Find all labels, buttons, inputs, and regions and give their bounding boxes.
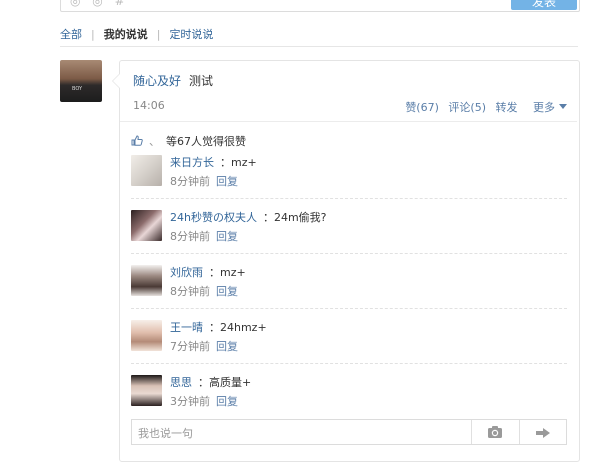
- tabs-divider: [60, 46, 578, 47]
- commenter-avatar[interactable]: [131, 155, 162, 186]
- comment-text: ：24hmz+: [209, 321, 267, 334]
- tab-separator: |: [156, 28, 161, 41]
- send-icon[interactable]: [534, 425, 552, 439]
- reply-link[interactable]: 回复: [216, 175, 238, 188]
- comment-item: 王一晴 ：24hmz+ 7分钟前 回复: [131, 320, 567, 374]
- comment-item: 来日方长 ：mz+ 8分钟前 回复: [131, 155, 567, 209]
- comment-action[interactable]: 评论(5): [448, 101, 486, 114]
- reply-link[interactable]: 回复: [216, 285, 238, 298]
- comment-meta: 8分钟前 回复: [170, 228, 238, 244]
- commenter-name[interactable]: 刘欣雨: [170, 266, 203, 279]
- comment-item: 刘欣雨 ：mz+ 8分钟前 回复: [131, 265, 567, 319]
- comment-meta: 8分钟前 回复: [170, 283, 238, 299]
- reply-link[interactable]: 回复: [216, 395, 238, 408]
- commenter-avatar[interactable]: [131, 265, 162, 296]
- comment-time: 8分钟前: [170, 285, 210, 298]
- chevron-down-icon: [559, 104, 567, 109]
- comment-text: ：24m偷我?: [262, 211, 327, 224]
- comment-divider: [131, 198, 567, 199]
- comment-text: ：mz+: [209, 266, 246, 279]
- comment-item: 24h秒赞の权夫人 ：24m偷我? 8分钟前 回复: [131, 210, 567, 264]
- commenter-avatar[interactable]: [131, 210, 162, 241]
- commenter-avatar[interactable]: [131, 320, 162, 351]
- comment-text: ：mz+: [220, 156, 257, 169]
- comment-time: 8分钟前: [170, 175, 210, 188]
- tab-my-posts[interactable]: 我的说说: [104, 26, 148, 42]
- post-time: 14:06: [133, 99, 165, 112]
- card-divider: [120, 121, 577, 122]
- comment-time: 7分钟前: [170, 340, 210, 353]
- forward-action[interactable]: 转发: [496, 101, 518, 114]
- post-actions: 赞(67) 评论(5) 转发 更多: [399, 99, 567, 115]
- commenter-avatar[interactable]: [131, 375, 162, 406]
- comment-text-line: 24h秒赞の权夫人 ：24m偷我?: [170, 209, 327, 225]
- reply-box-divider: [519, 420, 520, 444]
- filter-tabs: 全部 | 我的说说 | 定时说说: [60, 26, 213, 42]
- reply-box-divider: [471, 420, 472, 444]
- likes-summary: 、等67人觉得很赞: [131, 133, 246, 149]
- comment-text-line: 思思 ：高质量+: [170, 374, 251, 390]
- comment-meta: 7分钟前 回复: [170, 338, 238, 354]
- comment-text-line: 来日方长 ：mz+: [170, 154, 257, 170]
- tab-all[interactable]: 全部: [60, 26, 82, 42]
- reply-link[interactable]: 回复: [216, 230, 238, 243]
- comment-meta: 3分钟前 回复: [170, 393, 238, 409]
- avatar-shirt-print: BOY: [72, 86, 83, 92]
- commenter-name[interactable]: 王一晴: [170, 321, 203, 334]
- commenter-name[interactable]: 来日方长: [170, 156, 214, 169]
- like-action[interactable]: 赞(67): [405, 101, 439, 114]
- comment-time: 8分钟前: [170, 230, 210, 243]
- card-arrow-inner: [113, 74, 120, 88]
- composer-box[interactable]: [60, 0, 580, 12]
- likes-separator: 、: [149, 135, 160, 148]
- comment-text-line: 刘欣雨 ：mz+: [170, 264, 246, 280]
- tab-scheduled[interactable]: 定时说说: [169, 26, 213, 42]
- post-body: 测试: [189, 74, 214, 88]
- comment-text-line: 王一晴 ：24hmz+: [170, 319, 267, 335]
- commenter-name[interactable]: 24h秒赞の权夫人: [170, 211, 257, 224]
- tab-separator: |: [91, 28, 95, 41]
- reply-input[interactable]: 我也说一句: [138, 425, 193, 441]
- camera-icon[interactable]: [487, 425, 503, 439]
- composer-tools[interactable]: ◎ ◎ #: [70, 0, 129, 8]
- post-content: 随心及好 测试: [133, 72, 213, 89]
- thumbs-up-icon[interactable]: [131, 135, 143, 146]
- reply-link[interactable]: 回复: [216, 340, 238, 353]
- more-action[interactable]: 更多: [527, 101, 567, 114]
- comment-time: 3分钟前: [170, 395, 210, 408]
- comment-divider: [131, 253, 567, 254]
- comment-text: ：高质量+: [198, 376, 252, 389]
- likes-count-text[interactable]: 等67人觉得很赞: [166, 135, 246, 148]
- author-avatar[interactable]: BOY: [60, 60, 102, 102]
- comment-meta: 8分钟前 回复: [170, 173, 238, 189]
- post-author[interactable]: 随心及好: [133, 74, 181, 88]
- comment-divider: [131, 363, 567, 364]
- reply-box: 我也说一句: [131, 419, 567, 445]
- publish-button[interactable]: 发表: [511, 0, 577, 10]
- commenter-name[interactable]: 思思: [170, 376, 192, 389]
- more-label: 更多: [533, 101, 555, 114]
- comment-divider: [131, 308, 567, 309]
